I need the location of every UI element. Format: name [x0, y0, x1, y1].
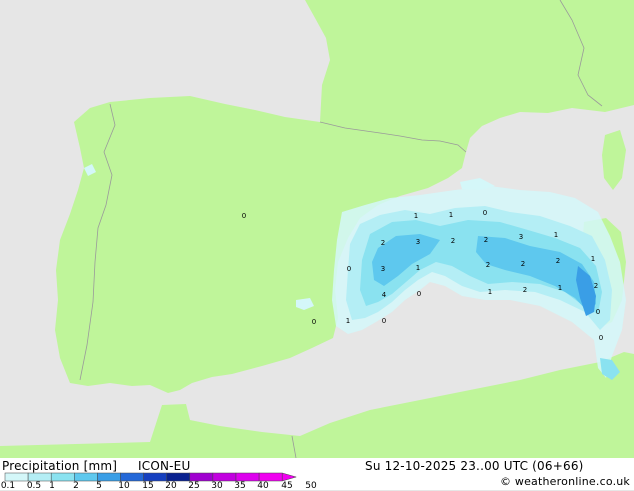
legend-swatch — [120, 472, 144, 482]
forecast-datetime: Su 12-10-2025 23..00 UTC (06+66) — [365, 459, 584, 473]
precip-value: 0 — [382, 317, 386, 325]
copyright: © weatheronline.co.uk — [500, 475, 631, 488]
legend-swatch — [166, 472, 191, 482]
legend-swatch — [97, 472, 121, 482]
legend-swatch — [258, 472, 283, 482]
precip-value: 3 — [416, 238, 420, 246]
legend-swatch — [27, 472, 52, 482]
precip-value: 0 — [599, 334, 603, 342]
precip-value: 3 — [519, 233, 523, 241]
precipitation-map: 1 1 0 2 3 2 2 3 1 0 3 1 2 2 2 1 4 0 1 2 … — [0, 0, 634, 458]
precip-value: 4 — [382, 291, 387, 299]
precip-value: 1 — [591, 255, 595, 263]
precip-value: 1 — [414, 212, 418, 220]
precip-value: 2 — [556, 257, 560, 265]
precip-value: 2 — [451, 237, 455, 245]
precip-value: 1 — [558, 284, 562, 292]
precip-value: 3 — [381, 265, 385, 273]
precip-value: 2 — [594, 282, 598, 290]
precip-title: Precipitation [mm] — [2, 459, 118, 473]
precip-value: 0 — [417, 290, 421, 298]
model-name: ICON-EU — [138, 459, 191, 473]
precip-value: 0 — [242, 212, 246, 220]
legend-swatch — [235, 472, 260, 482]
precip-value: 1 — [346, 317, 350, 325]
precip-value: 0 — [347, 265, 351, 273]
precip-value: 0 — [312, 318, 316, 326]
precip-value: 1 — [488, 288, 492, 296]
legend-swatch — [212, 472, 237, 482]
precip-value: 0 — [483, 209, 487, 217]
precip-value: 0 — [596, 308, 600, 316]
legend-arrow — [281, 472, 298, 482]
legend-swatch — [4, 472, 29, 482]
legend-swatch — [50, 472, 75, 482]
precip-value: 2 — [381, 239, 385, 247]
precip-value: 2 — [523, 286, 527, 294]
legend-swatch — [189, 472, 214, 482]
precip-value: 2 — [486, 261, 490, 269]
legend-swatch — [143, 472, 167, 482]
precip-value: 1 — [416, 264, 420, 272]
precip-value: 2 — [484, 236, 488, 244]
precip-value: 1 — [449, 211, 453, 219]
legend-swatch — [74, 472, 98, 482]
precip-value: 1 — [554, 231, 558, 239]
precip-value: 2 — [521, 260, 525, 268]
